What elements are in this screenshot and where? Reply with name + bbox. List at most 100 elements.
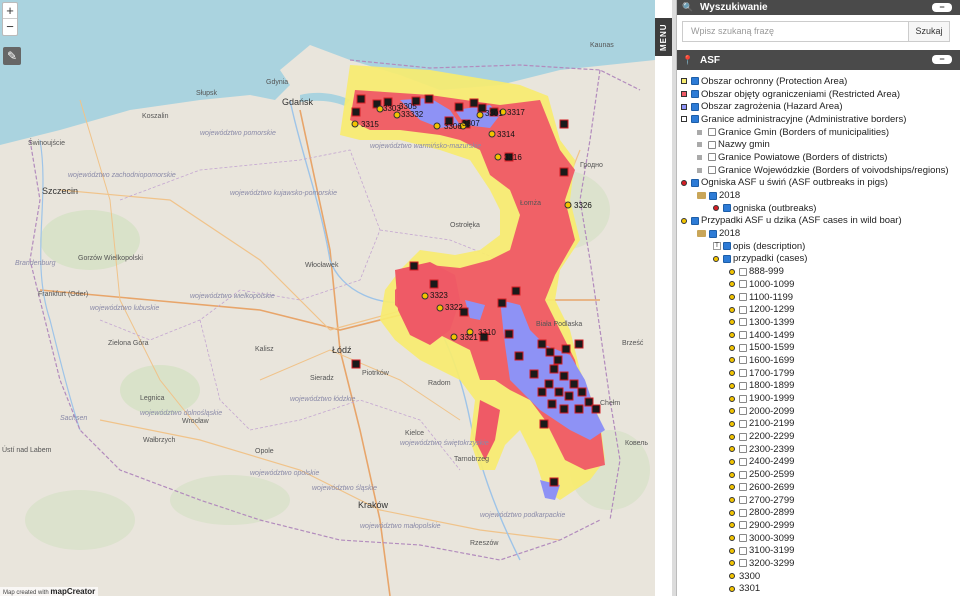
outbreak-dot-icon [713,205,719,212]
case-range-item[interactable]: 1900-1999 [677,392,960,405]
search-button[interactable]: Szukaj [908,21,950,42]
layer-borders-gmin[interactable]: Granice Gmin (Borders of municipalities) [677,126,960,139]
layer-checkbox[interactable] [739,496,747,505]
case-range-item[interactable]: 1700-1799 [677,367,960,380]
layer-checkbox[interactable] [708,128,716,137]
layer-checkbox[interactable] [739,267,747,276]
case-range-item[interactable]: 888-999 [677,265,960,278]
case-range-item[interactable]: 3100-3199 [677,544,960,557]
layer-checkbox[interactable] [691,115,699,124]
layer-checkbox[interactable] [739,318,747,327]
case-label: 3316 [504,153,522,162]
layer-checkbox[interactable] [739,559,747,568]
case-range-item[interactable]: 1000-1099 [677,278,960,291]
case-range-item[interactable]: 1200-1299 [677,303,960,316]
layer-checkbox[interactable] [739,356,747,365]
map-label-city: Łomża [520,200,542,207]
case-range-label: 2100-2199 [749,418,795,430]
case-range-item[interactable]: 2600-2699 [677,481,960,494]
case-range-item[interactable]: 3200-3299 [677,557,960,570]
layer-checkbox[interactable] [708,140,716,149]
layer-checkbox[interactable] [739,457,747,466]
case-range-item[interactable]: 3000-3099 [677,532,960,545]
search-header[interactable]: 🔍 Wyszukiwanie − [677,0,960,15]
layer-checkbox[interactable] [691,178,699,187]
layer-checkbox[interactable] [739,521,747,530]
menu-toggle-tab[interactable]: MENU [655,18,672,56]
layer-admin-borders[interactable]: Granice administracyjne (Administrative … [677,113,960,126]
zoom-out-button[interactable]: − [3,19,17,35]
asf-collapse-button[interactable]: − [932,55,952,64]
layer-checkbox[interactable] [739,534,747,543]
layer-checkbox[interactable] [739,293,747,302]
measure-tool-icon[interactable]: ✎ [3,47,21,65]
zoom-in-button[interactable]: + [3,3,17,19]
case-range-item[interactable]: 1500-1599 [677,341,960,354]
search-input[interactable]: Wpisz szukaną frazę [682,21,908,42]
layer-names-gmin[interactable]: Nazwy gmin [677,138,960,151]
layer-boar-cases[interactable]: Przypadki ASF u dzika (ASF cases in wild… [677,215,960,228]
layer-checkbox[interactable] [739,445,747,454]
map-label-city: Piotrków [362,370,389,377]
layer-checkbox[interactable] [691,77,699,86]
layer-checkbox[interactable] [739,432,747,441]
layer-checkbox[interactable] [739,419,747,428]
case-range-item[interactable]: 1100-1199 [677,291,960,304]
layer-checkbox[interactable] [708,166,716,175]
layer-checkbox[interactable] [739,546,747,555]
layer-checkbox[interactable] [739,381,747,390]
layer-checkbox[interactable] [739,394,747,403]
map-view[interactable]: Gdańsk Szczecin Łódź Kraków Radom Ostroł… [0,0,655,596]
case-range-item[interactable]: 2100-2199 [677,418,960,431]
layer-restricted[interactable]: Obszar objęty ograniczeniami (Restricted… [677,88,960,101]
layer-checkbox[interactable] [739,280,747,289]
case-range-item[interactable]: 1400-1499 [677,329,960,342]
credit-brand[interactable]: mapCreator [50,587,95,596]
case-range-item[interactable]: 1300-1399 [677,316,960,329]
layer-checkbox[interactable] [739,407,747,416]
layer-checkbox[interactable] [739,508,747,517]
layer-checkbox[interactable] [739,343,747,352]
layer-checkbox[interactable] [739,483,747,492]
layer-checkbox[interactable] [723,242,731,251]
layer-borders-voivod[interactable]: Granice Wojewódzkie (Borders of voivodsh… [677,164,960,177]
layer-checkbox[interactable] [709,229,717,238]
asf-header[interactable]: 📍 ASF − [677,50,960,70]
layer-pig-2018[interactable]: 2018 [677,189,960,202]
layer-borders-powiat[interactable]: Granice Powiatowe (Borders of districts) [677,151,960,164]
case-range-item[interactable]: 2400-2499 [677,456,960,469]
search-collapse-button[interactable]: − [932,3,952,12]
case-range-item[interactable]: 2500-2599 [677,468,960,481]
layer-checkbox[interactable] [723,204,731,213]
layer-checkbox[interactable] [691,216,699,225]
case-range-item[interactable]: 2700-2799 [677,494,960,507]
map-canvas[interactable] [0,0,655,596]
layer-checkbox[interactable] [708,153,716,162]
layer-checkbox[interactable] [739,470,747,479]
layer-checkbox[interactable] [691,102,699,111]
case-range-item[interactable]: 2900-2999 [677,519,960,532]
case-range-item[interactable]: 1600-1699 [677,354,960,367]
layer-hazard[interactable]: Obszar zagrożenia (Hazard Area) [677,100,960,113]
case-range-item[interactable]: 3300 [677,570,960,583]
layer-pig-outbreak-points[interactable]: ogniska (outbreaks) [677,202,960,215]
layer-boar-case-points[interactable]: przypadki (cases) [677,253,960,266]
layer-protection[interactable]: Obszar ochronny (Protection Area) [677,75,960,88]
layer-checkbox[interactable] [739,331,747,340]
layer-checkbox[interactable] [739,369,747,378]
layer-checkbox[interactable] [709,191,717,200]
case-range-item[interactable]: 2200-2299 [677,430,960,443]
layer-checkbox[interactable] [739,305,747,314]
layer-checkbox[interactable] [691,90,699,99]
case-range-item[interactable]: 2000-2099 [677,405,960,418]
layer-boar-2018[interactable]: 2018 [677,227,960,240]
case-range-item[interactable]: 3301 [677,583,960,596]
layer-boar-description[interactable]: T opis (description) [677,240,960,253]
layer-label: Ogniska ASF u świń (ASF outbreaks in pig… [701,177,888,189]
map-label-region: województwo małopolskie [360,523,441,530]
case-range-item[interactable]: 1800-1899 [677,380,960,393]
case-range-item[interactable]: 2800-2899 [677,506,960,519]
layer-checkbox[interactable] [723,254,731,263]
case-range-item[interactable]: 2300-2399 [677,443,960,456]
layer-pig-outbreaks[interactable]: Ogniska ASF u świń (ASF outbreaks in pig… [677,177,960,190]
